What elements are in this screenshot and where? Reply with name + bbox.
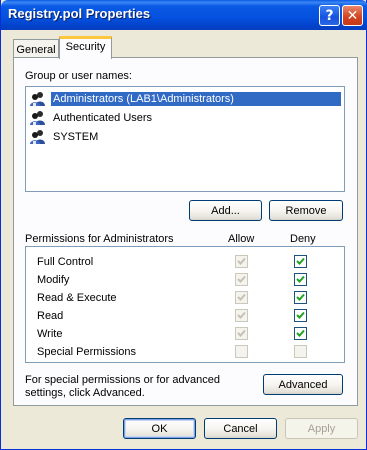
allow-column-header: Allow [228,233,255,245]
remove-button[interactable]: Remove [269,200,343,221]
advanced-button[interactable]: Advanced [263,374,343,395]
apply-button[interactable]: Apply [285,418,358,439]
allow-checkbox[interactable] [235,273,248,286]
deny-checkbox[interactable] [294,273,307,286]
deny-checkbox[interactable] [294,255,307,268]
deny-checkbox[interactable] [294,291,307,304]
deny-column-header: Deny [290,233,316,245]
permission-name: Special Permissions [37,346,137,358]
tab-security[interactable]: Security [59,36,112,59]
users-icon [29,91,47,107]
permissions-header: Permissions for Administrators [25,233,174,245]
close-button[interactable]: ✕ [342,5,363,26]
permission-row: Special Permissions [26,343,344,361]
allow-checkbox[interactable] [235,345,248,358]
permission-row: Modify [26,271,344,289]
permission-name: Write [37,328,63,340]
help-icon: ? [325,7,334,24]
permissions-list: Full Control Modify Read & Execute Read Writ… [25,246,345,363]
ok-button[interactable]: OK [123,418,196,439]
permission-name: Read & Execute [37,292,117,304]
deny-checkbox[interactable] [294,327,307,340]
window-title: Registry.pol Properties [8,6,151,21]
allow-checkbox[interactable] [235,291,248,304]
deny-checkbox[interactable] [294,345,307,358]
permission-row: Write [26,325,344,343]
advanced-hint-text: For special permissions or for advanced … [25,374,221,399]
permission-name: Read [37,310,64,322]
users-icon [29,110,47,126]
close-icon: ✕ [346,7,359,24]
users-icon [29,129,47,145]
user-name-label: SYSTEM [53,131,99,143]
user-list[interactable]: Administrators (LAB1\Administrators) Auth… [25,86,345,192]
group-or-user-names-label: Group or user names: [25,70,132,82]
deny-checkbox[interactable] [294,309,307,322]
user-name-label: Administrators (LAB1\Administrators) [51,92,341,106]
user-list-item[interactable]: Administrators (LAB1\Administrators) [29,90,344,108]
permission-name: Full Control [37,256,94,268]
permission-row: Read [26,307,344,325]
cancel-button[interactable]: Cancel [204,418,277,439]
permission-row: Full Control [26,253,344,271]
allow-checkbox[interactable] [235,255,248,268]
allow-checkbox[interactable] [235,309,248,322]
tab-general[interactable]: General [13,39,59,58]
user-list-item[interactable]: SYSTEM [29,128,344,146]
user-list-item[interactable]: Authenticated Users [29,109,344,127]
help-button[interactable]: ? [319,5,340,26]
permission-name: Modify [37,274,70,286]
properties-dialog: Registry.pol Properties ? ✕ General Secu… [0,0,367,450]
user-name-label: Authenticated Users [53,112,153,124]
allow-checkbox[interactable] [235,327,248,340]
permission-row: Read & Execute [26,289,344,307]
add-button[interactable]: Add... [189,200,262,221]
title-bar[interactable]: Registry.pol Properties ? ✕ [1,0,367,30]
